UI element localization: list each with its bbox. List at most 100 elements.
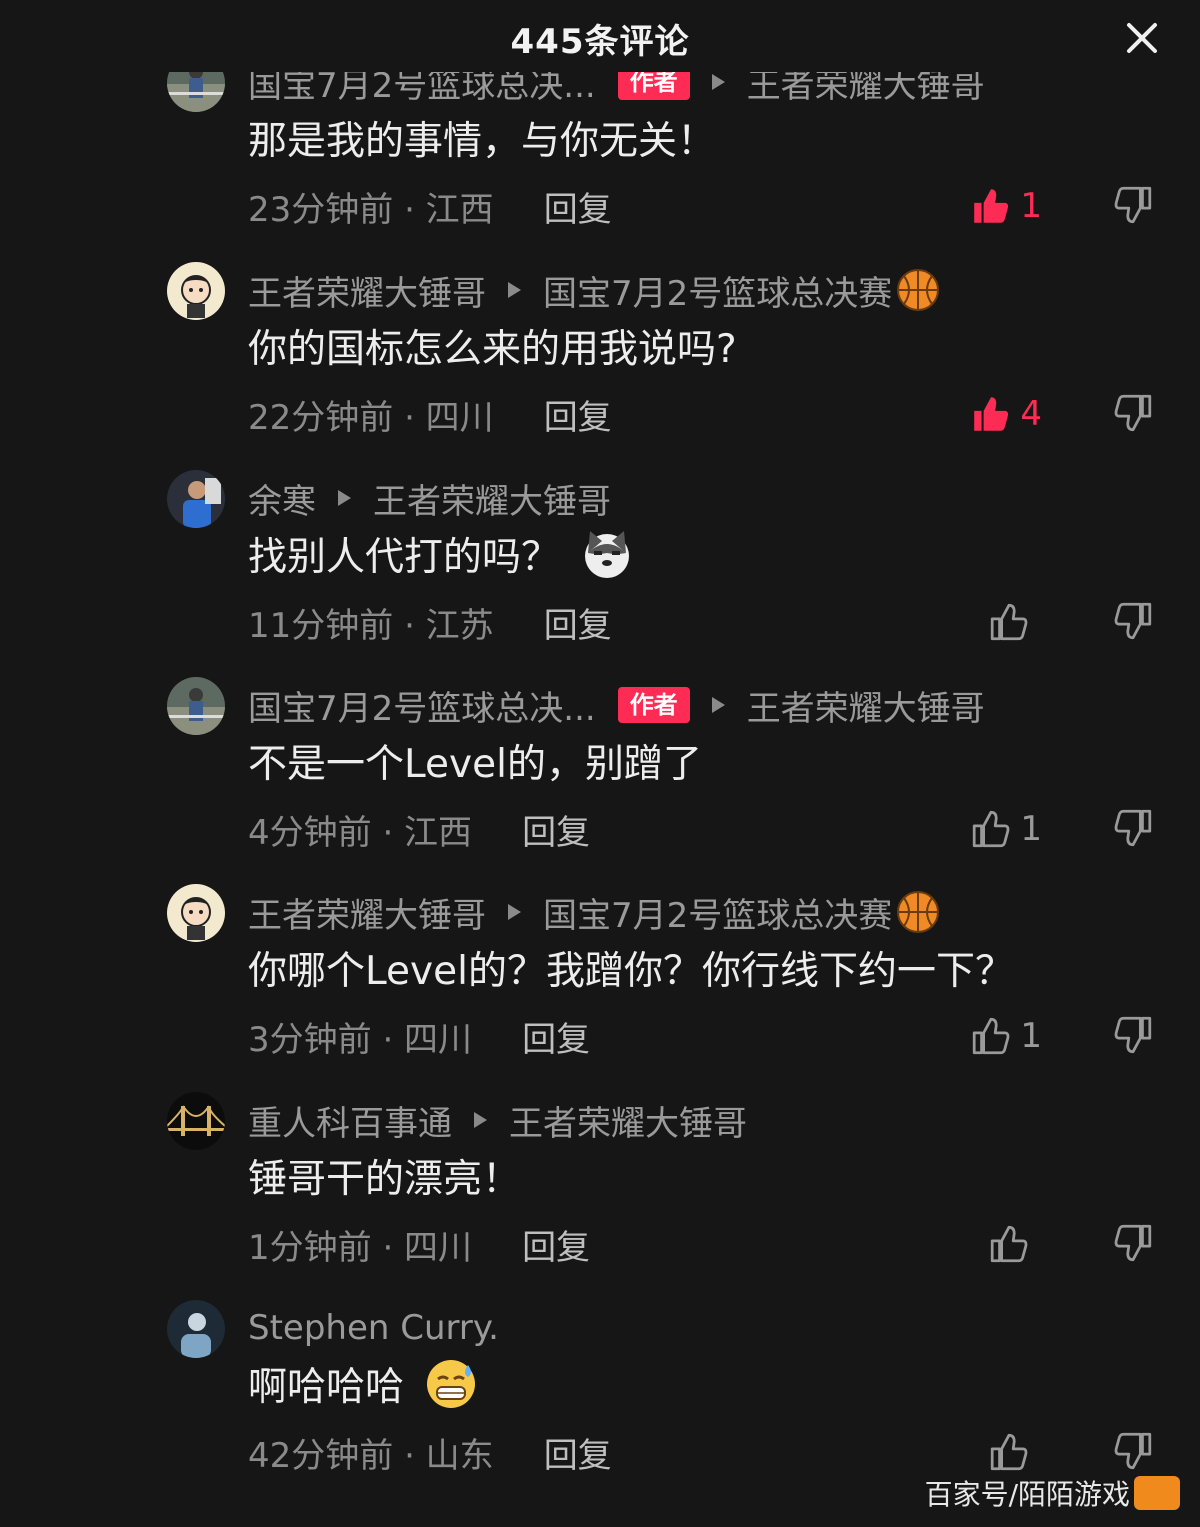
like-button[interactable]: 1 <box>970 1010 1042 1062</box>
username[interactable]: 王者荣耀大锤哥 <box>248 888 486 937</box>
reply-button[interactable]: 回复 <box>544 1428 612 1477</box>
comment-body: 那是我的事情，与你无关！ <box>248 119 717 164</box>
comment-item[interactable]: 重人科百事通 王者荣耀大锤哥锤哥干的漂亮！ 1分钟前 · 四川 回复 <box>0 1092 1200 1300</box>
avatar-person-outdoor <box>167 677 225 735</box>
comment-time-location: 23分钟前 · 江西 <box>248 189 494 230</box>
username[interactable]: 余寒 <box>248 474 316 523</box>
author-badge: 作者 <box>617 687 690 723</box>
avatar-dark-person <box>167 1300 225 1358</box>
username[interactable]: 王者荣耀大锤哥 <box>248 266 486 315</box>
watermark-logo <box>1134 1476 1180 1510</box>
thumbs-up-icon[interactable] <box>970 808 1012 850</box>
watermark-text: 百家号/陌陌游戏 <box>924 1478 1130 1511</box>
comment-item[interactable]: 国宝7月2号篮球总决... 作者 王者荣耀大锤哥 不是一个Level的，别蹭了 4分钟前… <box>0 677 1200 885</box>
comment-time-location: 42分钟前 · 山东 <box>248 1435 494 1476</box>
reply-to-username[interactable]: 国宝7月2号篮球总决赛 <box>543 888 892 937</box>
username[interactable]: 重人科百事通 <box>248 1096 452 1145</box>
avatar-cartoon <box>167 884 225 942</box>
reply-button[interactable]: 回复 <box>544 390 612 439</box>
comment-info: 11分钟前 · 江苏 回复 <box>248 596 612 648</box>
thumbs-down-icon[interactable] <box>1112 600 1154 642</box>
comment-meta: 余寒 王者荣耀大锤哥 <box>248 474 611 522</box>
reply-button[interactable]: 回复 <box>522 805 590 854</box>
reply-arrow-icon <box>338 490 351 506</box>
comment-body: 啊哈哈哈 <box>248 1365 405 1410</box>
thumbs-down-icon[interactable] <box>1112 1430 1154 1472</box>
thumbs-up-icon[interactable] <box>970 393 1012 435</box>
avatar[interactable] <box>167 884 225 942</box>
comment-body: 你哪个Level的？我蹭你？你行线下约一下？ <box>248 949 1014 994</box>
username[interactable]: Stephen Curry. <box>248 1308 499 1348</box>
close-icon[interactable] <box>1122 18 1162 58</box>
thumbs-up-icon[interactable] <box>970 1015 1012 1057</box>
like-button[interactable] <box>988 1426 1038 1478</box>
reply-button[interactable]: 回复 <box>522 1012 590 1061</box>
comment-body: 锤哥干的漂亮！ <box>248 1157 522 1202</box>
avatar-cartoon <box>167 262 225 320</box>
husky-emoji <box>585 531 630 578</box>
reply-to-username[interactable]: 王者荣耀大锤哥 <box>747 72 985 107</box>
comment-item[interactable]: 王者荣耀大锤哥 国宝7月2号篮球总决赛你哪个Level的？我蹭你？你行线下约一下？… <box>0 884 1200 1092</box>
reply-to-username[interactable]: 王者荣耀大锤哥 <box>747 681 985 730</box>
thumbs-down-icon[interactable] <box>1112 1014 1154 1056</box>
comment-time-location: 22分钟前 · 四川 <box>248 397 494 438</box>
avatar[interactable] <box>167 1092 225 1150</box>
thumbs-up-icon[interactable] <box>988 1223 1030 1265</box>
reply-arrow-icon <box>474 1112 487 1128</box>
like-count: 1 <box>1020 1016 1042 1056</box>
like-button[interactable] <box>988 1218 1038 1270</box>
reply-to-username[interactable]: 国宝7月2号篮球总决赛 <box>543 266 892 315</box>
comment-time-location: 3分钟前 · 四川 <box>248 1019 473 1060</box>
comment-info: 22分钟前 · 四川 回复 <box>248 388 612 440</box>
comment-text: 你的国标怎么来的用我说吗? <box>248 314 737 378</box>
comments-header: 445条评论 <box>0 0 1200 72</box>
comment-text: 你哪个Level的？我蹭你？你行线下约一下？ <box>248 936 1014 1000</box>
basketball-icon <box>897 269 940 311</box>
comment-text: 锤哥干的漂亮！ <box>248 1144 521 1208</box>
like-button[interactable]: 1 <box>970 180 1042 232</box>
thumbs-down-icon[interactable] <box>1112 1222 1154 1264</box>
thumbs-down-icon[interactable] <box>1112 392 1154 434</box>
comment-item[interactable]: 余寒 王者荣耀大锤哥 找别人代打的吗？ 11分钟前 · 江苏 回复 <box>0 470 1200 678</box>
comment-text: 找别人代打的吗？ <box>248 522 634 586</box>
comment-info: 1分钟前 · 四川 回复 <box>248 1218 590 1270</box>
comment-body: 不是一个Level的，别蹭了 <box>248 742 702 787</box>
thumbs-down-icon[interactable] <box>1112 184 1154 226</box>
comment-text: 啊哈哈哈 <box>248 1352 478 1416</box>
thumbs-up-icon[interactable] <box>970 185 1012 227</box>
avatar[interactable] <box>167 677 225 735</box>
avatar[interactable] <box>167 72 225 112</box>
comment-meta: 国宝7月2号篮球总决... 作者 王者荣耀大锤哥 <box>248 681 985 729</box>
avatar[interactable] <box>167 470 225 528</box>
reply-arrow-icon <box>711 74 725 90</box>
comment-item[interactable]: 王者荣耀大锤哥 国宝7月2号篮球总决赛 你的国标怎么来的用我说吗? 22分钟前 · 四… <box>0 262 1200 470</box>
like-button[interactable]: 4 <box>970 388 1042 440</box>
avatar[interactable] <box>167 262 225 320</box>
reply-arrow-icon <box>508 904 521 920</box>
comment-meta: 国宝7月2号篮球总决... 作者 王者荣耀大锤哥 <box>248 72 985 106</box>
username[interactable]: 国宝7月2号篮球总决... <box>248 681 596 730</box>
like-button[interactable]: 1 <box>970 803 1042 855</box>
thumbs-up-icon[interactable] <box>988 601 1030 643</box>
like-count: 1 <box>1020 809 1042 849</box>
avatar-bridge <box>167 1092 225 1150</box>
thumbs-up-icon[interactable] <box>988 1431 1030 1473</box>
thumbs-down-icon[interactable] <box>1112 807 1154 849</box>
avatar[interactable] <box>167 1300 225 1358</box>
reply-to-username[interactable]: 王者荣耀大锤哥 <box>509 1096 747 1145</box>
comment-item[interactable]: 国宝7月2号篮球总决... 作者 王者荣耀大锤哥 那是我的事情，与你无关！ 23分钟前 … <box>0 72 1200 262</box>
reply-button[interactable]: 回复 <box>522 1220 590 1269</box>
watermark: 百家号/陌陌游戏 <box>925 1473 1180 1513</box>
author-badge: 作者 <box>617 72 690 100</box>
like-button[interactable] <box>988 596 1038 648</box>
like-count: 1 <box>1020 186 1042 226</box>
comment-list[interactable]: 国宝7月2号篮球总决... 作者 王者荣耀大锤哥 那是我的事情，与你无关！ 23分钟前 … <box>0 72 1200 1527</box>
username[interactable]: 国宝7月2号篮球总决... <box>248 72 596 107</box>
reply-button[interactable]: 回复 <box>544 598 612 647</box>
comment-text: 那是我的事情，与你无关！ <box>248 106 716 170</box>
reply-button[interactable]: 回复 <box>544 182 612 231</box>
grin-sweat-emoji <box>427 1360 476 1408</box>
basketball-icon <box>897 891 940 933</box>
reply-to-username[interactable]: 王者荣耀大锤哥 <box>373 474 611 523</box>
comment-info: 23分钟前 · 江西 回复 <box>248 180 612 232</box>
